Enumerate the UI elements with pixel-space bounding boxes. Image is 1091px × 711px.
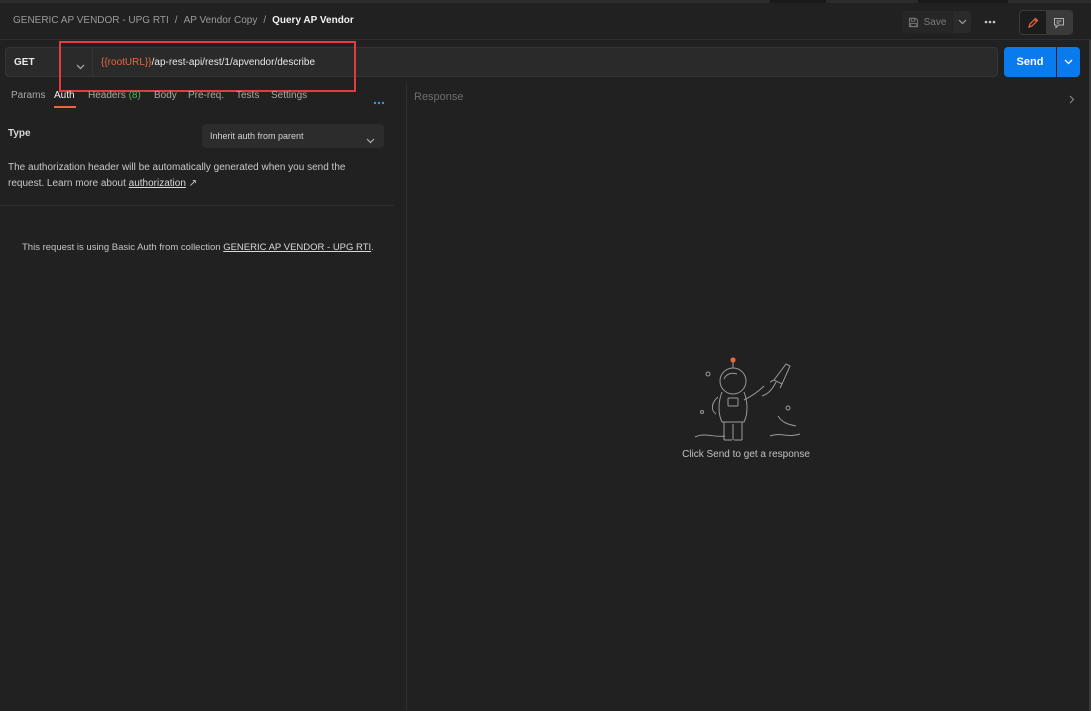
pane-splitter[interactable] [406,83,407,711]
tab-tests[interactable]: Tests [236,90,259,101]
method-label: GET [14,57,35,68]
tab-settings[interactable]: Settings [271,90,307,101]
url-input[interactable]: {{rootURL}}/ap-rest-api/rest/1/apvendor/… [93,47,998,77]
collection-link[interactable]: GENERIC AP VENDOR - UPG RTI [223,242,371,253]
edit-mode-button[interactable] [1020,11,1046,34]
ellipsis-icon [984,20,996,24]
view-mode-toggle [1019,10,1073,35]
tab-prereq[interactable]: Pre-req. [188,90,224,101]
url-variable: {{rootURL}} [101,57,152,68]
active-tab-indicator [54,106,76,108]
note-period: . [371,242,374,253]
auth-type-label: Type [8,128,31,139]
breadcrumb-separator: / [263,15,267,26]
request-tabs: Params Auth Headers (8) Body Pre-req. Te… [0,86,395,110]
url-value[interactable]: {{rootURL}}/ap-rest-api/rest/1/apvendor/… [101,57,315,68]
save-button[interactable]: Save [902,11,952,33]
tab-headers[interactable]: Headers (8) [88,90,141,101]
breadcrumb: GENERIC AP VENDOR - UPG RTI / AP Vendor … [13,15,354,26]
response-title: Response [414,91,464,103]
save-label: Save [923,16,947,28]
request-header: GENERIC AP VENDOR - UPG RTI / AP Vendor … [0,3,1091,40]
tab-headers-label: Headers [88,90,126,101]
method-select[interactable]: GET [5,47,93,77]
send-options-dropdown[interactable] [1057,47,1080,77]
comments-mode-button[interactable] [1046,11,1072,34]
breadcrumb-folder[interactable]: AP Vendor Copy [184,15,258,26]
tabs-more-icon[interactable] [373,92,385,110]
auth-description: The authorization header will be automat… [8,160,358,192]
response-empty-hint: Click Send to get a response [682,449,810,460]
astronaut-rocket-illustration [694,357,801,441]
inherited-auth-note: This request is using Basic Auth from co… [22,242,374,253]
chevron-down-icon [76,57,85,75]
postman-request-view: GENERIC AP VENDOR - UPG RTI / AP Vendor … [0,0,1091,711]
tab-params[interactable]: Params [11,90,45,101]
request-name[interactable]: Query AP Vendor [272,15,354,26]
divider [0,205,394,206]
auth-type-value: Inherit auth from parent [210,131,304,141]
breadcrumb-separator: / [174,15,178,26]
comment-icon [1054,17,1064,29]
send-button[interactable]: Send [1004,47,1056,77]
more-actions-button[interactable] [981,13,999,31]
tab-body[interactable]: Body [154,90,177,101]
pencil-icon [1028,17,1039,28]
inherited-auth-note-text: This request is using Basic Auth from co… [22,242,221,253]
external-link-icon: ↗ [188,178,198,189]
chevron-down-icon [958,19,966,25]
chevron-down-icon [1064,59,1073,65]
breadcrumb-collection[interactable]: GENERIC AP VENDOR - UPG RTI [13,15,169,26]
auth-type-select[interactable]: Inherit auth from parent [202,124,384,148]
chevron-down-icon [366,131,375,149]
save-options-dropdown[interactable] [953,11,971,33]
save-icon [908,17,918,27]
url-path: /ap-rest-api/rest/1/apvendor/describe [151,57,316,68]
chevron-right-icon[interactable] [1069,91,1075,109]
headers-count-badge: (8) [128,90,141,101]
authorization-docs-link[interactable]: authorization [129,178,186,189]
tab-auth[interactable]: Auth [54,90,75,101]
